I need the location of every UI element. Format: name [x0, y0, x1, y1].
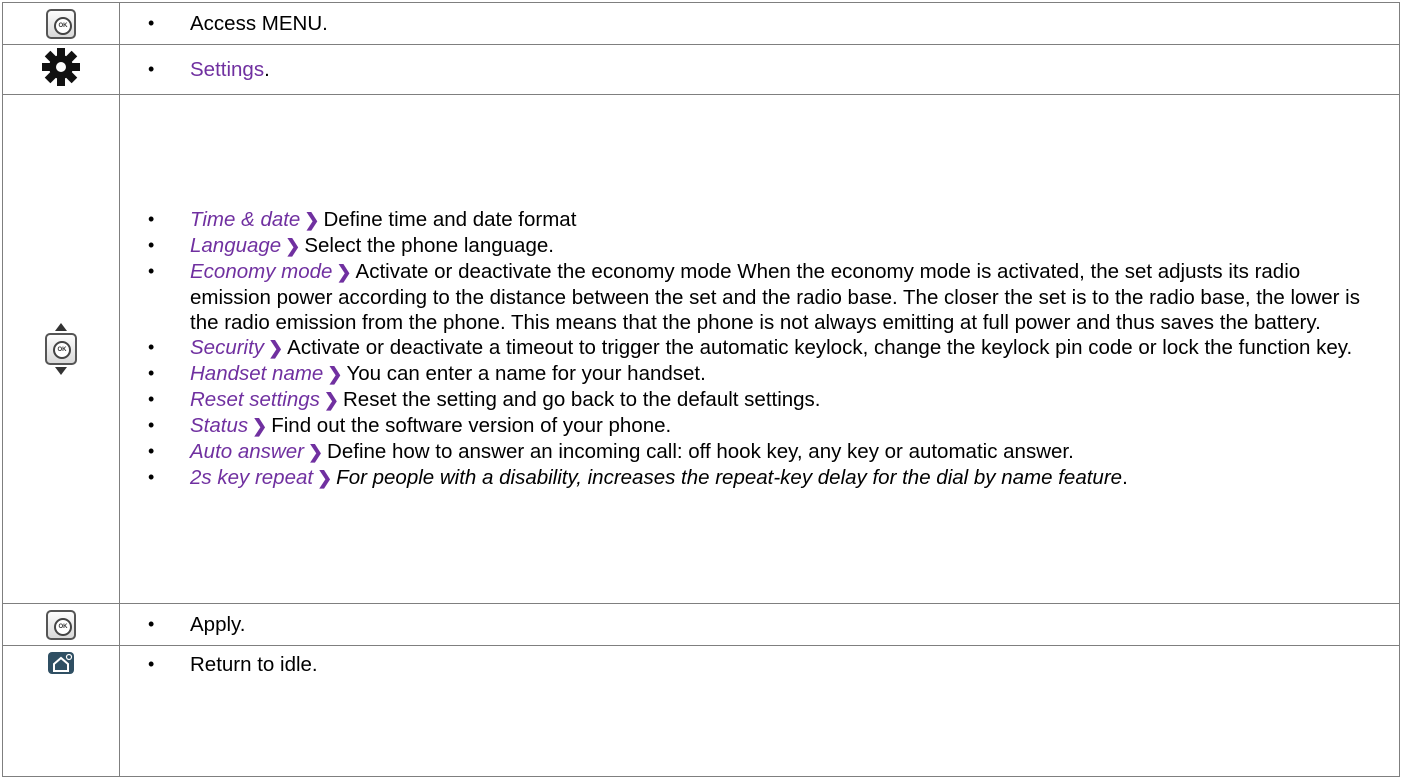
list-item: Reset settings❯Reset the setting and go … [148, 387, 1379, 413]
table-row: Settings. [2, 44, 1400, 95]
home-key-icon [48, 652, 74, 674]
step-text: Access MENU. [148, 11, 1379, 36]
table-row: Return to idle. [2, 645, 1400, 777]
list-item: Status❯Find out the software version of … [148, 413, 1379, 439]
icon-cell: OK [2, 2, 120, 45]
gear-icon [42, 48, 80, 86]
settings-list: Time & date❯Define time and date format … [120, 207, 1399, 491]
list-item: Time & date❯Define time and date format [148, 207, 1379, 233]
step-text: Return to idle. [148, 652, 1379, 677]
ok-key-icon: OK [46, 8, 76, 39]
table-row: OK Apply. [2, 603, 1400, 646]
text-cell: Return to idle. [119, 645, 1400, 777]
ok-key-icon: OK [46, 609, 76, 640]
list-item: Security❯Activate or deactivate a timeou… [148, 335, 1379, 361]
list-item: 2s key repeat❯For people with a disabili… [148, 465, 1379, 491]
list-item: Auto answer❯Define how to answer an inco… [148, 439, 1379, 465]
instruction-table: OK Access MENU. [2, 2, 1400, 777]
list-item: Language❯Select the phone language. [148, 233, 1379, 259]
text-cell: Settings. [119, 44, 1400, 95]
icon-cell: OK [2, 94, 120, 604]
icon-cell [2, 44, 120, 95]
text-cell: Time & date❯Define time and date format … [119, 94, 1400, 604]
navigator-key-icon: OK [42, 323, 80, 375]
settings-label: Settings [190, 58, 265, 81]
table-row: OK Access MENU. [2, 2, 1400, 45]
text-cell: Apply. [119, 603, 1400, 646]
step-text: Apply. [148, 612, 1379, 637]
text-cell: Access MENU. [119, 2, 1400, 45]
table-row: OK Time & date❯Define time and date form… [2, 94, 1400, 604]
list-item: Handset name❯You can enter a name for yo… [148, 361, 1379, 387]
icon-cell [2, 645, 120, 777]
step-text: Settings. [148, 57, 1379, 82]
list-item: Economy mode❯Activate or deactivate the … [148, 259, 1379, 335]
icon-cell: OK [2, 603, 120, 646]
